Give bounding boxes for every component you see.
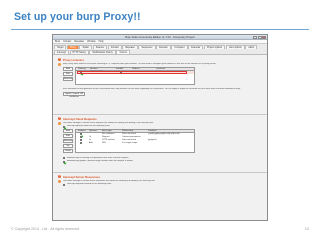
burp-window: Burp Suite Community Edition v1.7.03 - T…: [52, 34, 268, 221]
settings-icon[interactable]: [58, 62, 62, 66]
rule-operator: Or: [89, 136, 92, 139]
intercept-responses-section: ? Intercept Server Responses Use these s…: [57, 174, 263, 194]
tab-comparer[interactable]: Comparer: [171, 45, 188, 49]
proxy-listeners-description: Burp Proxy uses listeners to receive inc…: [63, 62, 217, 65]
rule-condition: (^gif$|^jpg$|^png$|^css$|^js$|^ico$): [148, 133, 180, 136]
intercept-requests-rule-label: Intercept requests based on the followin…: [66, 125, 111, 128]
divider: [53, 172, 267, 173]
proxy-subtabs: Intercept HTTP history WebSockets histor…: [53, 49, 267, 55]
tab-alerts[interactable]: Alerts: [245, 45, 258, 49]
menu-help[interactable]: Help: [99, 40, 104, 43]
window-title: Burp Suite Community Edition v1.7.03 - T…: [125, 35, 195, 39]
col-relationship: Relationship: [122, 130, 134, 133]
divider: [53, 114, 267, 115]
tab-project-options[interactable]: Project options: [204, 45, 226, 49]
rule-condition: (get|post): [148, 139, 157, 142]
add-rule-button[interactable]: Add: [63, 129, 73, 133]
subtab-http-history[interactable]: HTTP history: [69, 50, 89, 54]
intercept-responses-checkbox[interactable]: [63, 183, 65, 186]
import-export-ca-button[interactable]: Import / export CA certificate: [63, 92, 85, 98]
update-content-length-checkbox[interactable]: [63, 160, 65, 163]
help-icon[interactable]: ?: [58, 58, 62, 62]
rule-match-type: HTTP method: [102, 139, 115, 142]
intercept-requests-description: Use these settings to control which requ…: [63, 121, 154, 124]
subtab-options[interactable]: Options: [116, 50, 131, 54]
rule-operator: And: [89, 142, 93, 145]
rule-match-type: URL: [102, 142, 107, 145]
help-icon[interactable]: ?: [58, 175, 62, 179]
intercept-responses-description: Use these settings to control which resp…: [63, 179, 156, 182]
edit-listener-button[interactable]: Edit: [63, 72, 73, 76]
rule-match-type: File extension: [102, 133, 115, 136]
remove-listener-button[interactable]: Remove: [63, 77, 73, 81]
rule-operator: Or: [89, 139, 92, 142]
rule-relationship: Does not match: [122, 139, 137, 142]
settings-icon[interactable]: [58, 121, 62, 125]
help-icon[interactable]: ?: [58, 117, 62, 121]
subtab-intercept[interactable]: Intercept: [54, 50, 69, 54]
menu-burp[interactable]: Burp: [55, 40, 60, 43]
tab-extender[interactable]: Extender: [188, 45, 204, 49]
ca-certificate-note: Each installation of Burp generates its …: [63, 88, 241, 90]
rule-relationship: Contains parameters: [122, 136, 141, 139]
tab-target[interactable]: Target: [54, 45, 67, 49]
main-tabs: Target Proxy Spider Scanner Intruder Rep…: [53, 44, 267, 49]
intercept-requests-section: ? Intercept Client Requests Use these se…: [57, 116, 263, 178]
footer-copyright: © Copyright 2014 - Ltd - All rights rese…: [11, 227, 79, 231]
slide-title: Set up your burp Proxy!!: [14, 11, 141, 23]
menu-repeater[interactable]: Repeater: [74, 40, 84, 43]
tab-spider[interactable]: Spider: [79, 45, 93, 49]
col-match-type: Match type: [102, 130, 112, 133]
table-row[interactable]: And URL Is in target scope: [76, 142, 194, 145]
fix-newlines-label: Automatically fix missing or superfluous…: [66, 156, 129, 159]
tab-user-options[interactable]: User options: [225, 45, 245, 49]
title-divider: [11, 29, 309, 30]
add-listener-button[interactable]: Add: [63, 67, 73, 71]
col-operator: Operator: [89, 130, 97, 133]
update-content-length-label: Automatically update Content-Length head…: [66, 160, 133, 163]
proxy-listeners-section: ? Proxy Listeners Burp Proxy uses listen…: [57, 57, 263, 113]
tab-decoder[interactable]: Decoder: [156, 45, 171, 49]
listeners-table: Running Interface Invisible Redirect Cer…: [75, 67, 195, 85]
minimize-icon[interactable]: [253, 36, 257, 39]
fix-newlines-checkbox[interactable]: [63, 157, 65, 159]
remove-rule-button[interactable]: Remove: [63, 139, 73, 143]
rule-relationship: Does not match: [122, 133, 137, 136]
down-rule-button[interactable]: Down: [63, 149, 73, 153]
tab-intruder[interactable]: Intruder: [107, 45, 122, 49]
col-condition: Condition: [148, 130, 157, 133]
tab-repeater[interactable]: Repeater: [122, 45, 138, 49]
col-enabled: Enabled: [78, 130, 86, 133]
settings-icon[interactable]: [58, 179, 62, 183]
intercept-responses-rule-label: Intercept responses based on the followi…: [66, 183, 112, 186]
intercept-requests-checkbox[interactable]: [63, 125, 65, 128]
rule-relationship: Is in target scope: [122, 142, 138, 145]
subtab-websockets-history[interactable]: WebSockets history: [89, 50, 116, 54]
rule-enabled-checkbox[interactable]: [80, 142, 82, 145]
menu-intruder[interactable]: Intruder: [63, 40, 71, 43]
highlight-box: [76, 70, 187, 75]
maximize-icon[interactable]: [257, 36, 262, 39]
up-rule-button[interactable]: Up: [63, 144, 73, 148]
close-icon[interactable]: [262, 36, 266, 39]
window-titlebar: Burp Suite Community Edition v1.7.03 - T…: [53, 35, 267, 40]
menu-window[interactable]: Window: [87, 40, 96, 43]
edit-rule-button[interactable]: Edit: [63, 134, 73, 138]
tab-scanner[interactable]: Scanner: [92, 45, 108, 49]
page-number: 10: [304, 227, 309, 231]
tab-sequencer[interactable]: Sequencer: [138, 45, 156, 49]
tab-proxy[interactable]: Proxy: [66, 45, 79, 49]
rule-match-type: Request: [102, 136, 110, 139]
intercept-rules-table: Enabled Operator Match type Relationship…: [75, 129, 195, 153]
